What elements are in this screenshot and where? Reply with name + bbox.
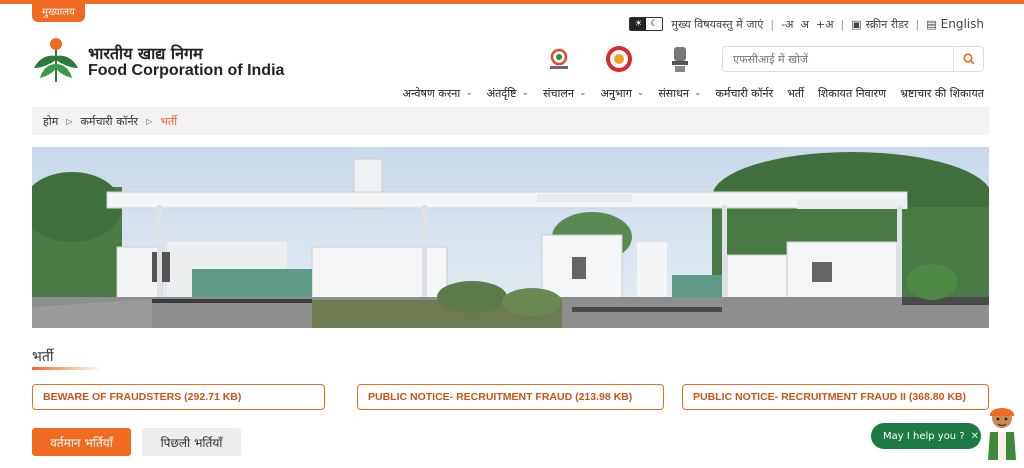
nav-label: भ्रष्टाचार की शिकायत <box>900 86 984 100</box>
brand-name-hindi: भारतीय खाद्य निगम <box>88 44 203 63</box>
font-decrease-button[interactable]: -अ <box>781 17 793 32</box>
chevron-down-icon: ⌄ <box>636 88 645 98</box>
main-nav: अन्वेषण करना ⌄ अंतर्दृष्टि ⌄ संचालन ⌄ अनुभा… <box>389 84 984 102</box>
chevron-down-icon: ⌄ <box>465 88 473 98</box>
search-input[interactable] <box>723 47 953 71</box>
ration-card-logo[interactable] <box>605 44 633 74</box>
screen-reader-icon: ▣ <box>851 17 862 31</box>
chevron-right-icon: ▷ <box>66 116 73 126</box>
sun-icon[interactable]: ☀ <box>630 18 647 30</box>
screen-reader-link[interactable]: स्क्रीन रीडर <box>866 17 909 32</box>
nav-corruption-complaint[interactable]: भ्रष्टाचार की शिकायत <box>900 86 984 101</box>
utility-bar: ☀ ☾ मुख्य विषयवस्तु में जाएं | -अ अ +अ |… <box>629 15 984 33</box>
nav-label: संसाधन <box>658 86 689 100</box>
notice-link-recruitment-fraud-ii[interactable]: PUBLIC NOTICE- RECRUITMENT FRAUD II (368… <box>682 384 989 410</box>
close-icon[interactable]: ✕ <box>971 431 979 442</box>
breadcrumb: होम ▷ कर्मचारी कॉर्नर ▷ भर्ती <box>32 107 989 135</box>
fci-logo[interactable] <box>30 34 82 86</box>
nav-recruitment[interactable]: भर्ती <box>787 86 804 101</box>
chevron-right-icon: ▷ <box>146 116 153 126</box>
font-increase-button[interactable]: +अ <box>816 17 834 32</box>
search-button[interactable] <box>953 47 983 71</box>
chatbot-mascot[interactable] <box>984 404 1020 460</box>
cooperatives-year-logo[interactable] <box>545 44 573 74</box>
nav-grievance[interactable]: शिकायत निवारण <box>818 86 886 101</box>
nav-label: भर्ती <box>787 86 804 100</box>
search-icon <box>962 53 975 65</box>
nav-label: शिकायत निवारण <box>817 86 887 100</box>
site-search <box>722 46 984 72</box>
chevron-down-icon: ⌄ <box>578 88 587 98</box>
language-switch[interactable]: English <box>941 17 984 31</box>
font-normal-button[interactable]: अ <box>800 17 808 32</box>
national-emblem <box>666 44 694 74</box>
moon-icon[interactable]: ☾ <box>646 18 663 30</box>
nav-operations[interactable]: संचालन ⌄ <box>543 86 586 101</box>
nav-resources[interactable]: संसाधन ⌄ <box>658 86 701 101</box>
nav-label: अन्वेषण करना <box>402 86 461 100</box>
notice-link-fraudsters[interactable]: BEWARE OF FRAUDSTERS (292.71 KB) <box>32 384 325 410</box>
chat-widget[interactable]: May I help you ? ✕ <box>871 423 981 449</box>
headquarters-tab[interactable]: मुख्यालय <box>32 4 85 22</box>
chevron-down-icon: ⌄ <box>693 88 702 98</box>
section-title-underline <box>32 367 102 370</box>
language-icon: ▤ <box>926 17 937 31</box>
skip-to-content-link[interactable]: मुख्य विषयवस्तु में जाएं <box>671 17 763 32</box>
nav-label: कर्मचारी कॉर्नर <box>715 86 774 100</box>
divider: | <box>770 17 775 31</box>
breadcrumb-current: भर्ती <box>160 114 178 128</box>
chevron-down-icon: ⌄ <box>521 88 530 98</box>
divider: | <box>840 17 845 31</box>
tab-current-recruitments[interactable]: वर्तमान भर्तियाँ <box>32 428 131 456</box>
nav-explore[interactable]: अन्वेषण करना ⌄ <box>403 86 473 101</box>
nav-divisions[interactable]: अनुभाग ⌄ <box>600 86 644 101</box>
tab-previous-recruitments[interactable]: पिछली भर्तियाँ <box>142 428 241 456</box>
nav-label: अनुभाग <box>600 86 632 100</box>
breadcrumb-parent[interactable]: कर्मचारी कॉर्नर <box>80 114 138 129</box>
theme-toggle[interactable]: ☀ ☾ <box>629 17 664 31</box>
breadcrumb-home[interactable]: होम <box>43 114 58 129</box>
section-title: भर्ती <box>32 349 54 365</box>
top-accent-line <box>0 0 1024 4</box>
nav-insights[interactable]: अंतर्दृष्टि ⌄ <box>487 86 529 101</box>
nav-employee-corner[interactable]: कर्मचारी कॉर्नर <box>715 86 773 101</box>
divider: | <box>915 17 920 31</box>
chat-label: May I help you ? <box>883 430 965 442</box>
nav-label: अंतर्दृष्टि <box>486 86 517 100</box>
nav-label: संचालन <box>543 86 574 100</box>
banner-image <box>32 147 989 328</box>
brand-name-english: Food Corporation of India <box>88 62 285 79</box>
notice-link-recruitment-fraud[interactable]: PUBLIC NOTICE- RECRUITMENT FRAUD (213.98… <box>357 384 664 410</box>
